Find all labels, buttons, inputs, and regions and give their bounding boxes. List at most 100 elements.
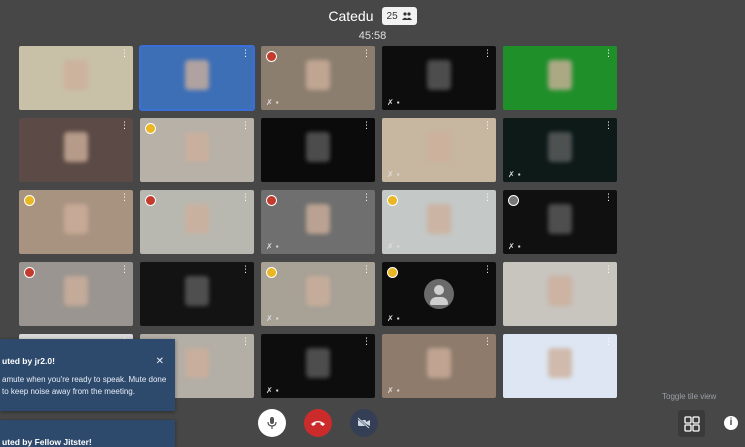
participant-tile[interactable]: ⋮ ✗ ▪ bbox=[261, 190, 375, 254]
mic-muted-icon: ✗ bbox=[387, 242, 394, 251]
room-name: Catedu bbox=[328, 8, 374, 24]
muted-status: ✗ ▪ bbox=[387, 170, 400, 179]
more-options-icon[interactable]: ⋮ bbox=[604, 193, 613, 202]
more-options-icon[interactable]: ⋮ bbox=[241, 337, 250, 346]
mic-muted-icon: ✗ bbox=[508, 170, 515, 179]
more-options-icon[interactable]: ⋮ bbox=[241, 193, 250, 202]
close-icon[interactable]: ✕ bbox=[156, 356, 164, 367]
participant-tile[interactable]: ⋮ ✗ ▪ bbox=[261, 262, 375, 326]
participant-tile[interactable]: ⋮ bbox=[19, 190, 133, 254]
participant-tile[interactable]: ⋮ bbox=[503, 334, 617, 398]
participant-tile[interactable]: ⋮ ✗ ▪ bbox=[382, 190, 496, 254]
more-options-icon[interactable]: ⋮ bbox=[362, 193, 371, 202]
more-options-icon[interactable]: ⋮ bbox=[483, 265, 492, 274]
participant-tile[interactable]: ⋮ bbox=[19, 118, 133, 182]
grid-icon bbox=[683, 415, 700, 432]
participant-tile[interactable]: ⋮ bbox=[140, 262, 254, 326]
participant-face-blur bbox=[306, 60, 330, 90]
participant-face-blur bbox=[64, 204, 88, 234]
participant-tile[interactable]: ⋮ ✗ ▪ bbox=[503, 190, 617, 254]
connection-indicator-icon bbox=[387, 267, 398, 278]
more-options-icon[interactable]: ⋮ bbox=[120, 121, 129, 130]
camera-off-icon bbox=[357, 417, 370, 429]
participant-face-blur bbox=[548, 132, 572, 162]
connection-indicator-icon bbox=[24, 267, 35, 278]
info-button[interactable]: i bbox=[724, 416, 738, 430]
muted-status: ✗ ▪ bbox=[387, 314, 400, 323]
participant-face-blur bbox=[427, 132, 451, 162]
camera-off-icon: ▪ bbox=[517, 170, 521, 179]
more-options-icon[interactable]: ⋮ bbox=[362, 49, 371, 58]
connection-indicator-icon bbox=[145, 195, 156, 206]
camera-off-icon: ▪ bbox=[275, 314, 279, 323]
participant-count-button[interactable]: 25 bbox=[381, 7, 417, 25]
camera-off-icon: ▪ bbox=[396, 98, 400, 107]
more-options-icon[interactable]: ⋮ bbox=[120, 193, 129, 202]
connection-indicator-icon bbox=[145, 123, 156, 134]
participant-tile[interactable]: ⋮ bbox=[19, 46, 133, 110]
connection-indicator-icon bbox=[387, 195, 398, 206]
camera-off-icon: ▪ bbox=[396, 170, 400, 179]
muted-status: ✗ ▪ bbox=[266, 98, 279, 107]
participant-face-blur bbox=[306, 204, 330, 234]
microphone-icon bbox=[267, 417, 277, 429]
more-options-icon[interactable]: ⋮ bbox=[362, 121, 371, 130]
participant-tile[interactable]: ⋮ ✗ ▪ bbox=[261, 334, 375, 398]
more-options-icon[interactable]: ⋮ bbox=[483, 121, 492, 130]
participant-face-blur bbox=[185, 348, 209, 378]
camera-off-icon: ▪ bbox=[275, 386, 279, 395]
hangup-icon bbox=[311, 421, 325, 426]
participant-face-blur bbox=[548, 60, 572, 90]
camera-off-icon: ▪ bbox=[396, 386, 400, 395]
tile-view-button[interactable] bbox=[678, 410, 705, 437]
more-options-icon[interactable]: ⋮ bbox=[241, 121, 250, 130]
more-options-icon[interactable]: ⋮ bbox=[120, 265, 129, 274]
participant-tile[interactable]: ⋮ bbox=[140, 190, 254, 254]
participant-tile[interactable]: ⋮ ✗ ▪ bbox=[503, 118, 617, 182]
participant-face-blur bbox=[427, 60, 451, 90]
muted-status: ✗ ▪ bbox=[508, 170, 521, 179]
participant-face-blur bbox=[306, 276, 330, 306]
participant-tile[interactable]: ⋮ bbox=[503, 46, 617, 110]
participant-tile[interactable]: ⋮ ✗ ▪ bbox=[382, 46, 496, 110]
more-options-icon[interactable]: ⋮ bbox=[362, 337, 371, 346]
camera-button[interactable] bbox=[350, 409, 378, 437]
participant-count: 25 bbox=[386, 10, 398, 22]
participant-tile[interactable]: ⋮ ✗ ▪ bbox=[382, 118, 496, 182]
participant-tile[interactable]: ⋮ bbox=[503, 262, 617, 326]
more-options-icon[interactable]: ⋮ bbox=[241, 265, 250, 274]
participant-face-blur bbox=[64, 132, 88, 162]
more-options-icon[interactable]: ⋮ bbox=[241, 49, 250, 58]
meeting-header: Catedu 25 45:58 bbox=[0, 7, 745, 42]
more-options-icon[interactable]: ⋮ bbox=[604, 121, 613, 130]
toolbar bbox=[0, 409, 745, 441]
notification-muted: uted by jr2.0! ✕ amute when you're ready… bbox=[0, 339, 175, 411]
participant-tile[interactable]: ⋮ bbox=[261, 118, 375, 182]
muted-status: ✗ ▪ bbox=[266, 242, 279, 251]
hangup-button[interactable] bbox=[304, 409, 332, 437]
participant-tile[interactable]: ⋮ ✗ ▪ bbox=[382, 334, 496, 398]
camera-off-icon: ▪ bbox=[275, 242, 279, 251]
mic-muted-icon: ✗ bbox=[508, 242, 515, 251]
more-options-icon[interactable]: ⋮ bbox=[604, 337, 613, 346]
participant-face-blur bbox=[548, 204, 572, 234]
microphone-button[interactable] bbox=[258, 409, 286, 437]
participant-tile[interactable]: ⋮ bbox=[19, 262, 133, 326]
participant-tile[interactable]: ⋮ ✗ ▪ bbox=[382, 262, 496, 326]
muted-status: ✗ ▪ bbox=[266, 314, 279, 323]
camera-off-icon: ▪ bbox=[517, 242, 521, 251]
more-options-icon[interactable]: ⋮ bbox=[483, 193, 492, 202]
participant-tile[interactable]: ⋮ bbox=[139, 45, 255, 111]
camera-off-icon: ▪ bbox=[396, 314, 400, 323]
more-options-icon[interactable]: ⋮ bbox=[362, 265, 371, 274]
participant-face-blur bbox=[185, 132, 209, 162]
more-options-icon[interactable]: ⋮ bbox=[483, 337, 492, 346]
connection-indicator-icon bbox=[266, 51, 277, 62]
more-options-icon[interactable]: ⋮ bbox=[120, 49, 129, 58]
muted-status: ✗ ▪ bbox=[387, 386, 400, 395]
more-options-icon[interactable]: ⋮ bbox=[483, 49, 492, 58]
more-options-icon[interactable]: ⋮ bbox=[604, 49, 613, 58]
more-options-icon[interactable]: ⋮ bbox=[604, 265, 613, 274]
participant-tile[interactable]: ⋮ bbox=[140, 118, 254, 182]
participant-tile[interactable]: ⋮ ✗ ▪ bbox=[261, 46, 375, 110]
